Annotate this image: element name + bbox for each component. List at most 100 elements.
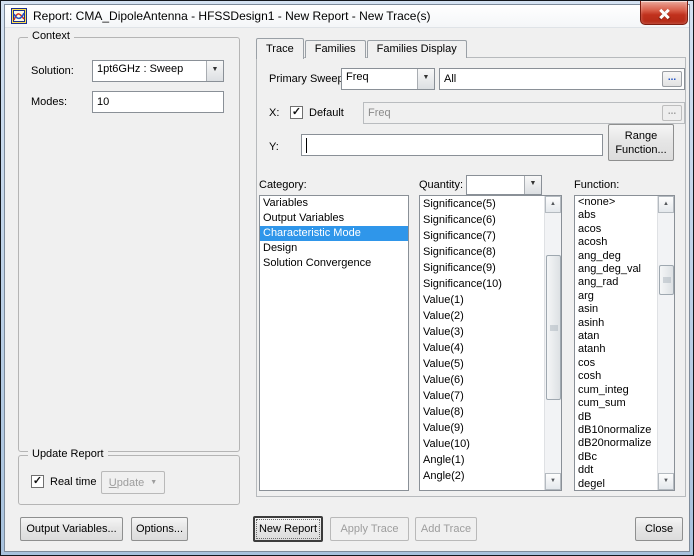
context-group: Context Solution: 1pt6GHz : Sweep ▼ Mode…	[18, 37, 240, 452]
quantity-item[interactable]: Value(3)	[420, 324, 544, 340]
quantity-item[interactable]: Value(4)	[420, 340, 544, 356]
quantity-item[interactable]: Significance(8)	[420, 244, 544, 260]
x-value-field: Freq ...	[363, 102, 685, 124]
quantity-item[interactable]: Value(9)	[420, 420, 544, 436]
scroll-down-icon[interactable]: ▼	[658, 473, 674, 490]
x-default-checkbox[interactable]: ✓	[290, 106, 303, 119]
quantity-item[interactable]: Value(1)	[420, 292, 544, 308]
quantity-scrollbar[interactable]: ▲ ▼	[544, 196, 561, 490]
function-scrollbar[interactable]: ▲ ▼	[657, 196, 674, 490]
function-item[interactable]: ang_deg	[575, 250, 657, 263]
real-time-checkbox[interactable]: ✓	[31, 475, 44, 488]
solution-label: Solution:	[31, 65, 74, 77]
category-item[interactable]: Design	[260, 241, 408, 256]
quantity-list-items: Significance(5)Significance(6)Significan…	[420, 196, 544, 490]
category-item[interactable]: Output Variables	[260, 211, 408, 226]
update-button-label: Update	[109, 477, 144, 489]
function-scroll-track[interactable]	[658, 213, 674, 473]
quantity-item[interactable]: Value(8)	[420, 404, 544, 420]
function-item[interactable]: cos	[575, 357, 657, 370]
category-listbox[interactable]: VariablesOutput VariablesCharacteristic …	[259, 195, 409, 491]
sweep-range-value: All	[444, 73, 456, 85]
function-item[interactable]: acosh	[575, 236, 657, 249]
quantity-scroll-thumb[interactable]	[546, 255, 561, 400]
quantity-item[interactable]: Value(10)	[420, 436, 544, 452]
function-item[interactable]: atanh	[575, 343, 657, 356]
text-caret	[306, 138, 307, 153]
titlebar[interactable]: Report: CMA_DipoleAntenna - HFSSDesign1 …	[5, 5, 689, 28]
tab-families[interactable]: Families	[305, 40, 366, 58]
y-value-input[interactable]	[301, 134, 603, 156]
quantity-scroll-track[interactable]	[545, 213, 561, 473]
category-item[interactable]: Characteristic Mode	[260, 226, 408, 241]
add-trace-button[interactable]: Add Trace	[415, 517, 477, 541]
quantity-item[interactable]: Value(7)	[420, 388, 544, 404]
function-item[interactable]: <none>	[575, 196, 657, 209]
sweep-range-field[interactable]: All ...	[439, 68, 685, 90]
function-list-items: <none>absacosacoshang_degang_deg_valang_…	[575, 196, 657, 490]
quantity-combobox[interactable]: ▼	[466, 175, 542, 195]
quantity-item[interactable]: Significance(6)	[420, 212, 544, 228]
function-item[interactable]: acos	[575, 223, 657, 236]
sweep-range-browse-button[interactable]: ...	[662, 71, 682, 87]
function-item[interactable]: atan	[575, 330, 657, 343]
range-function-button[interactable]: Range Function...	[608, 124, 674, 161]
function-item[interactable]: ddt	[575, 464, 657, 477]
close-window-button[interactable]	[640, 1, 688, 25]
category-item[interactable]: Variables	[260, 196, 408, 211]
solution-combobox[interactable]: 1pt6GHz : Sweep ▼	[92, 60, 224, 82]
chevron-down-icon[interactable]: ▼	[206, 61, 223, 81]
x-browse-button: ...	[662, 105, 682, 121]
primary-sweep-combobox[interactable]: Freq ▼	[341, 68, 435, 90]
quantity-item[interactable]: Significance(10)	[420, 276, 544, 292]
function-item[interactable]: cum_sum	[575, 397, 657, 410]
quantity-item[interactable]: Value(2)	[420, 308, 544, 324]
options-button[interactable]: Options...	[131, 517, 188, 541]
function-item[interactable]: degel	[575, 478, 657, 490]
function-item[interactable]: asinh	[575, 317, 657, 330]
chevron-down-icon[interactable]: ▼	[417, 69, 434, 89]
chevron-down-icon[interactable]: ▼	[524, 176, 541, 194]
quantity-item[interactable]: Significance(5)	[420, 196, 544, 212]
tab-families-display[interactable]: Families Display	[367, 40, 467, 58]
function-scroll-thumb[interactable]	[659, 265, 674, 295]
function-item[interactable]: dBc	[575, 451, 657, 464]
function-item[interactable]: dB	[575, 411, 657, 424]
function-item[interactable]: ang_deg_val	[575, 263, 657, 276]
apply-trace-button[interactable]: Apply Trace	[330, 517, 409, 541]
function-item[interactable]: dB20normalize	[575, 437, 657, 450]
scroll-up-icon[interactable]: ▲	[545, 196, 561, 213]
quantity-item[interactable]: Value(6)	[420, 372, 544, 388]
function-item[interactable]: ang_rad	[575, 276, 657, 289]
quantity-listbox[interactable]: Significance(5)Significance(6)Significan…	[419, 195, 562, 491]
function-listbox[interactable]: <none>absacosacoshang_degang_deg_valang_…	[574, 195, 675, 491]
gripper-icon	[663, 278, 671, 283]
window-title: Report: CMA_DipoleAntenna - HFSSDesign1 …	[33, 9, 430, 23]
category-label: Category:	[259, 179, 307, 191]
function-label: Function:	[574, 179, 619, 191]
category-item[interactable]: Solution Convergence	[260, 256, 408, 271]
function-item[interactable]: dB10normalize	[575, 424, 657, 437]
tab-trace[interactable]: Trace	[256, 38, 304, 59]
function-item[interactable]: cosh	[575, 370, 657, 383]
modes-label: Modes:	[31, 96, 67, 108]
update-report-group: Update Report ✓ Real time Update ▼	[18, 455, 240, 505]
function-item[interactable]: abs	[575, 209, 657, 222]
function-item[interactable]: arg	[575, 290, 657, 303]
output-variables-button[interactable]: Output Variables...	[20, 517, 123, 541]
scroll-down-icon[interactable]: ▼	[545, 473, 561, 490]
function-item[interactable]: asin	[575, 303, 657, 316]
close-button[interactable]: Close	[635, 517, 683, 541]
quantity-item[interactable]: Angle(2)	[420, 468, 544, 484]
new-report-button[interactable]: New Report	[253, 516, 323, 542]
quantity-item[interactable]: Angle(1)	[420, 452, 544, 468]
range-function-label: Range Function...	[613, 129, 669, 157]
update-button[interactable]: Update ▼	[101, 471, 165, 494]
quantity-item[interactable]: Value(5)	[420, 356, 544, 372]
scroll-up-icon[interactable]: ▲	[658, 196, 674, 213]
modes-input[interactable]: 10	[92, 91, 224, 113]
real-time-label: Real time	[50, 476, 96, 488]
function-item[interactable]: cum_integ	[575, 384, 657, 397]
quantity-item[interactable]: Significance(9)	[420, 260, 544, 276]
quantity-item[interactable]: Significance(7)	[420, 228, 544, 244]
